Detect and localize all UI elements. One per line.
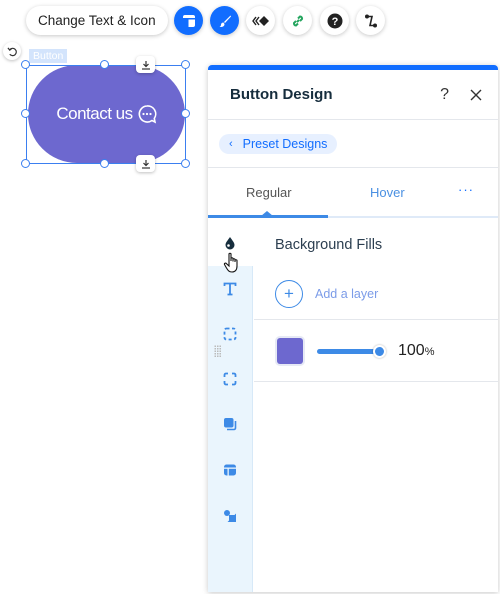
brush-icon — [219, 15, 231, 27]
resize-handle-bottom-left[interactable] — [21, 159, 30, 168]
shadow-icon[interactable] — [221, 415, 239, 433]
help-button[interactable]: ? — [320, 6, 349, 35]
layout-button[interactable] — [174, 6, 203, 35]
design-sidebar — [208, 223, 254, 592]
resize-handle-top-left[interactable] — [21, 60, 30, 69]
state-tabs: Regular Hover ··· — [208, 168, 498, 218]
download-arrow-icon — [141, 159, 150, 169]
connect-button[interactable] — [356, 6, 385, 35]
layout-icon — [182, 14, 195, 27]
opacity-value[interactable]: 100% — [398, 342, 434, 360]
resize-handle-left[interactable] — [21, 109, 30, 118]
fills-content: Background Fills + Add a layer 100% — [214, 223, 498, 592]
tab-caret — [261, 211, 273, 216]
add-layer-label: Add a layer — [315, 287, 379, 301]
rotate-handle[interactable] — [3, 42, 21, 60]
help-icon[interactable]: ? — [440, 86, 449, 104]
hand-cursor-icon — [223, 252, 238, 273]
design-button[interactable] — [210, 6, 239, 35]
resize-handle-bottom-right[interactable] — [181, 159, 190, 168]
tab-hover[interactable]: Hover — [370, 185, 405, 200]
editor-stage: Change Text & Icon ? Button Contact us B… — [0, 0, 500, 594]
animation-button[interactable] — [246, 6, 275, 35]
opacity-slider-knob[interactable] — [373, 345, 386, 358]
preset-row: ‹ Preset Designs — [208, 120, 498, 168]
resize-handle-right[interactable] — [181, 109, 190, 118]
animation-icon — [251, 15, 269, 26]
plus-icon: + — [275, 280, 303, 308]
opacity-number: 100 — [398, 342, 425, 359]
link-icon — [292, 15, 303, 26]
close-icon[interactable] — [469, 88, 483, 102]
drag-handle-icon[interactable] — [214, 345, 222, 357]
link-button[interactable] — [283, 6, 312, 35]
layout-icon[interactable] — [221, 461, 239, 479]
change-text-icon-button[interactable]: Change Text & Icon — [26, 6, 168, 35]
change-text-icon-label: Change Text & Icon — [38, 13, 156, 28]
section-title: Background Fills — [275, 237, 383, 253]
rotate-icon — [6, 46, 17, 56]
panel-header: Button Design ? — [208, 70, 498, 120]
more-options-button[interactable]: ··· — [458, 182, 474, 197]
connect-icon — [364, 14, 377, 27]
panel-title: Button Design — [230, 86, 333, 103]
text-icon[interactable] — [221, 280, 239, 298]
preset-designs-label: Preset Designs — [242, 136, 328, 151]
stretch-bottom-button[interactable] — [136, 155, 155, 172]
opacity-slider-track[interactable] — [317, 349, 381, 354]
chevron-left-icon: ‹ — [229, 137, 233, 150]
svg-text:?: ? — [331, 16, 338, 28]
tab-regular[interactable]: Regular — [246, 185, 292, 200]
button-design-panel: Button Design ? ‹ Preset Designs Regular… — [208, 65, 498, 592]
resize-handle-bottom[interactable] — [100, 159, 109, 168]
color-swatch[interactable] — [277, 338, 303, 364]
element-type-tag: Button — [29, 49, 68, 63]
resize-handle-top[interactable] — [100, 60, 109, 69]
preset-designs-button[interactable]: ‹ Preset Designs — [219, 133, 338, 154]
corners-icon[interactable] — [221, 370, 239, 388]
panel-body: Background Fills + Add a layer 100% — [208, 223, 498, 592]
stretch-top-button[interactable] — [136, 56, 155, 73]
download-arrow-icon — [141, 60, 150, 70]
fill-layer-row: 100% — [214, 319, 498, 382]
help-icon: ? — [327, 13, 342, 28]
fill-drop-icon[interactable] — [221, 234, 239, 252]
icon-shapes-icon[interactable] — [221, 507, 239, 525]
resize-handle-top-right[interactable] — [181, 60, 190, 69]
add-layer-button[interactable]: + Add a layer — [275, 280, 378, 308]
border-icon[interactable] — [221, 325, 239, 343]
opacity-unit: % — [424, 346, 435, 358]
selection-frame — [26, 65, 186, 164]
